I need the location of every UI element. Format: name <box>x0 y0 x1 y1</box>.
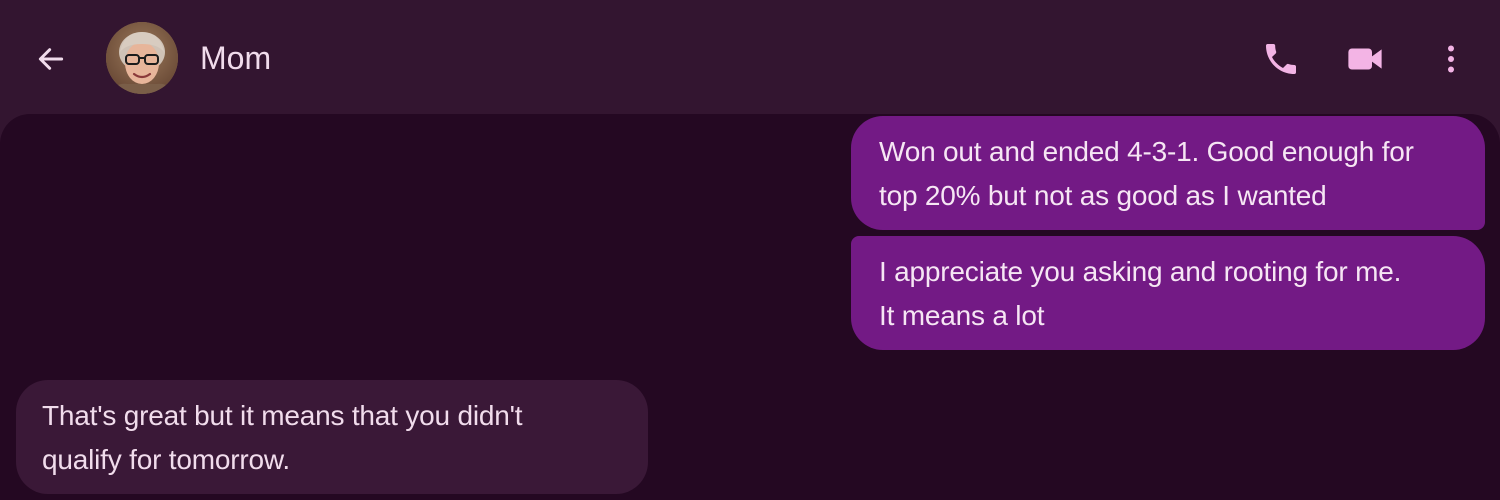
message-line: Won out and ended 4-3-1. Good enough for <box>879 136 1414 167</box>
call-button[interactable] <box>1256 34 1306 84</box>
messaging-app: Mom Won out and ended 4-3-1. Good enough… <box>0 0 1500 500</box>
video-call-button[interactable] <box>1340 34 1390 84</box>
sent-message[interactable]: I appreciate you asking and rooting for … <box>851 236 1485 350</box>
message-line: top 20% but not as good as I wanted <box>879 180 1327 211</box>
more-options-button[interactable] <box>1426 34 1476 84</box>
contact-photo <box>106 22 178 94</box>
phone-icon <box>1266 44 1296 74</box>
more-vertical-icon <box>1448 45 1454 73</box>
message-line: That's great but it means that you didn'… <box>42 400 523 431</box>
message-line: It means a lot <box>879 300 1045 331</box>
video-camera-icon <box>1348 48 1382 70</box>
received-message[interactable]: That's great but it means that you didn'… <box>16 380 648 494</box>
contact-name[interactable]: Mom <box>200 36 271 80</box>
back-button[interactable] <box>28 36 74 82</box>
sent-message[interactable]: Won out and ended 4-3-1. Good enough for… <box>851 116 1485 230</box>
message-line: qualify for tomorrow. <box>42 444 290 475</box>
arrow-left-icon <box>38 48 64 70</box>
message-line: I appreciate you asking and rooting for … <box>879 256 1402 287</box>
conversation-header: Mom <box>0 0 1500 114</box>
avatar[interactable] <box>106 22 178 94</box>
